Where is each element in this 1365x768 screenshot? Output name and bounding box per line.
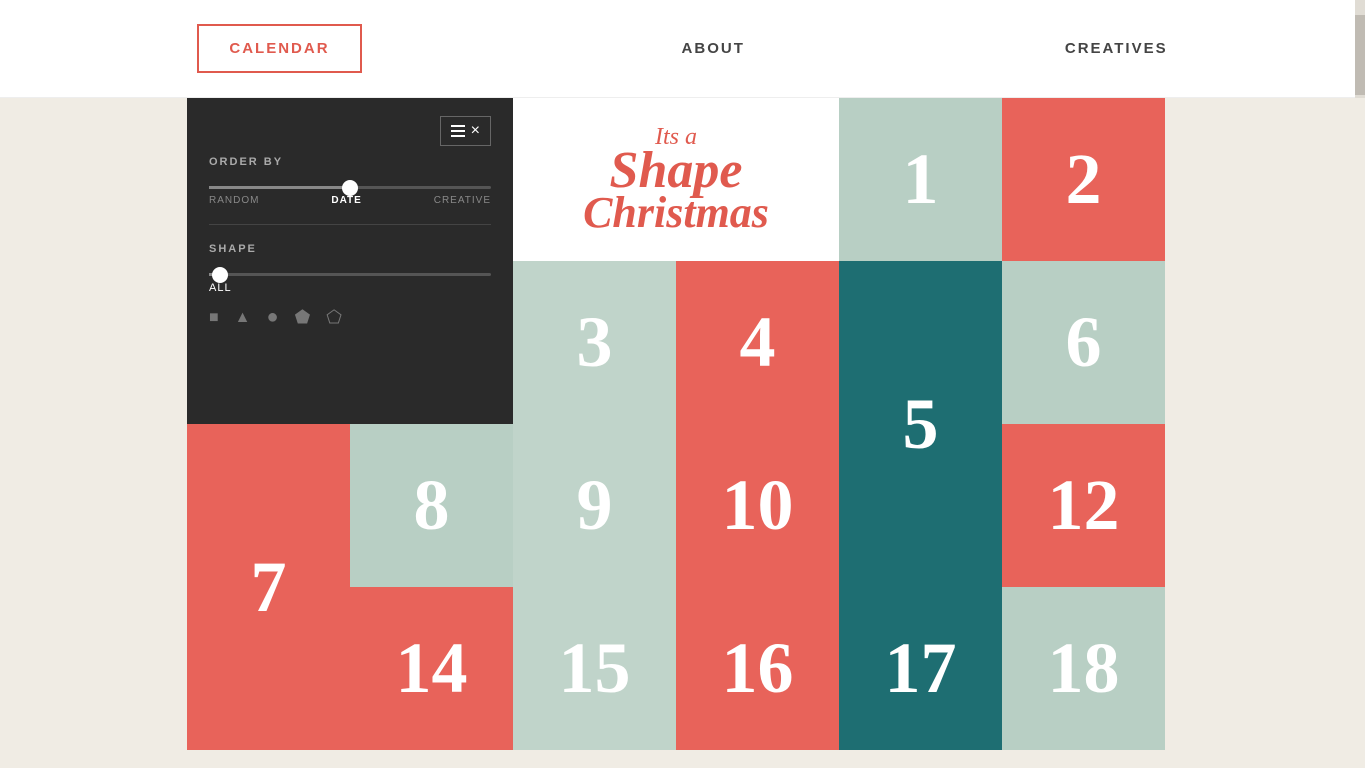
shape-thumb[interactable] — [212, 267, 228, 283]
shape-heading: SHAPE — [209, 243, 491, 255]
cell-16-final[interactable]: 16 — [676, 587, 839, 750]
cell-18-final[interactable]: 18 — [1002, 587, 1165, 750]
header: CALENDAR ABOUT CREATIVES — [0, 0, 1365, 98]
logo-christmas-final: Christmas — [583, 191, 769, 235]
cell-6-final[interactable]: 6 — [1002, 261, 1165, 424]
rnd-icon[interactable]: ⬟ — [295, 307, 311, 328]
nav-creatives[interactable]: CREATIVES — [1065, 40, 1168, 57]
cell-12-final[interactable]: 12 — [1002, 424, 1165, 587]
x-close: × — [471, 122, 480, 140]
nav-calendar[interactable]: CALENDAR — [197, 24, 361, 73]
cell-5-final[interactable]: 5 — [839, 261, 1002, 587]
cell-4-final[interactable]: 4 — [676, 261, 839, 424]
cell-14-final[interactable]: 14 — [350, 587, 513, 750]
filter-panel-overlay: × ORDER BY RANDOM DATE CREATIVE SHAPE AL… — [187, 98, 513, 424]
nav-about[interactable]: ABOUT — [682, 40, 745, 57]
cell-17-final[interactable]: 17 — [839, 587, 1002, 750]
pent-icon[interactable]: ⬠ — [326, 307, 342, 328]
cell-15-final[interactable]: 15 — [513, 587, 676, 750]
cell-1-final[interactable]: 1 — [839, 98, 1002, 261]
cell-7-final[interactable]: 7 — [187, 424, 350, 750]
lbl-date: DATE — [331, 195, 361, 206]
cell-3-final[interactable]: 3 — [513, 261, 676, 424]
order-thumb[interactable] — [342, 180, 358, 196]
logo-cell-final[interactable]: Its a Shape Christmas — [513, 98, 839, 261]
cell-10-final[interactable]: 10 — [676, 424, 839, 587]
cell-2-final[interactable]: 2 — [1002, 98, 1165, 261]
scrollbar-thumb[interactable] — [1355, 15, 1365, 95]
tri-icon[interactable]: ▲ — [235, 309, 251, 327]
circ-icon[interactable]: ● — [267, 306, 279, 329]
cell-8-final[interactable]: 8 — [350, 424, 513, 587]
lbl-creative: CREATIVE — [434, 195, 491, 206]
all-label: ALL — [209, 282, 491, 294]
lbl-random: RANDOM — [209, 195, 259, 206]
filter-btn[interactable]: × — [440, 116, 491, 146]
shapes-row: ■ ▲ ● ⬟ ⬠ — [209, 306, 491, 329]
order-by-heading: ORDER BY — [209, 156, 491, 168]
sq-icon[interactable]: ■ — [209, 309, 219, 327]
cell-9-final[interactable]: 9 — [513, 424, 676, 587]
